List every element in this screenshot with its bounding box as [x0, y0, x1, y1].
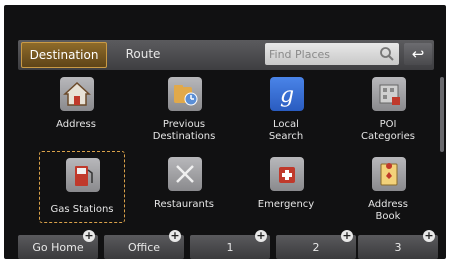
address-label: Address — [56, 119, 96, 130]
tab-bar: Destination Route ↩ — [18, 40, 434, 70]
restaurants-tile[interactable]: Restaurants — [142, 157, 226, 227]
gas-stations-label: Gas Stations — [50, 204, 114, 215]
navigation-screen: Destination Route ↩ Address — [4, 5, 446, 259]
previous-destinations-tile[interactable]: Previous Destinations — [142, 77, 226, 147]
google-icon: g — [270, 77, 304, 111]
gas-pump-icon — [66, 158, 100, 192]
address-book-label: Address Book — [368, 199, 408, 222]
go-home-label: Go Home — [32, 241, 84, 254]
back-button[interactable]: ↩ — [404, 43, 432, 65]
house-icon — [60, 77, 94, 111]
local-search-tile[interactable]: g Local Search — [244, 77, 328, 147]
scrollbar[interactable] — [440, 77, 444, 152]
emergency-icon — [270, 157, 304, 191]
office-button[interactable]: Office + — [104, 230, 184, 259]
favorite-3-label: 3 — [394, 241, 402, 254]
emergency-tile[interactable]: Emergency — [244, 157, 328, 227]
search-input[interactable] — [269, 43, 379, 65]
restaurants-label: Restaurants — [154, 199, 214, 210]
plus-icon[interactable]: + — [341, 230, 353, 242]
office-label: Office — [127, 241, 161, 254]
poi-categories-tile[interactable]: POI Categories — [346, 77, 430, 147]
plus-icon[interactable]: + — [255, 230, 267, 242]
poi-categories-label: POI Categories — [361, 119, 415, 142]
tab-route[interactable]: Route — [113, 42, 173, 66]
address-book-tile[interactable]: Address Book — [346, 157, 430, 227]
favorite-3-button[interactable]: 3 + — [358, 230, 438, 259]
plus-icon[interactable]: + — [423, 230, 435, 242]
favorites-bar: Go Home + Office + 1 + 2 + 3 + — [18, 230, 438, 259]
previous-destinations-icon — [168, 77, 202, 111]
emergency-label: Emergency — [257, 199, 315, 210]
favorite-1-label: 1 — [226, 241, 234, 254]
address-book-icon — [372, 157, 406, 191]
svg-text:g: g — [280, 83, 294, 108]
search-box[interactable] — [265, 43, 399, 65]
search-icon[interactable] — [379, 46, 395, 62]
gas-stations-tile[interactable]: Gas Stations — [39, 151, 125, 223]
previous-destinations-label: Previous Destinations — [152, 119, 216, 142]
plus-icon[interactable]: + — [169, 230, 181, 242]
fork-knife-icon — [168, 157, 202, 191]
go-home-button[interactable]: Go Home + — [18, 230, 98, 259]
poi-icon — [372, 77, 406, 111]
address-tile[interactable]: Address — [34, 77, 118, 147]
tab-destination[interactable]: Destination — [21, 42, 107, 68]
favorite-1-button[interactable]: 1 + — [190, 230, 270, 259]
local-search-label: Local Search — [268, 119, 304, 142]
plus-icon[interactable]: + — [83, 230, 95, 242]
back-arrow-icon: ↩ — [411, 45, 425, 63]
favorite-2-label: 2 — [312, 241, 320, 254]
favorite-2-button[interactable]: 2 + — [276, 230, 356, 259]
